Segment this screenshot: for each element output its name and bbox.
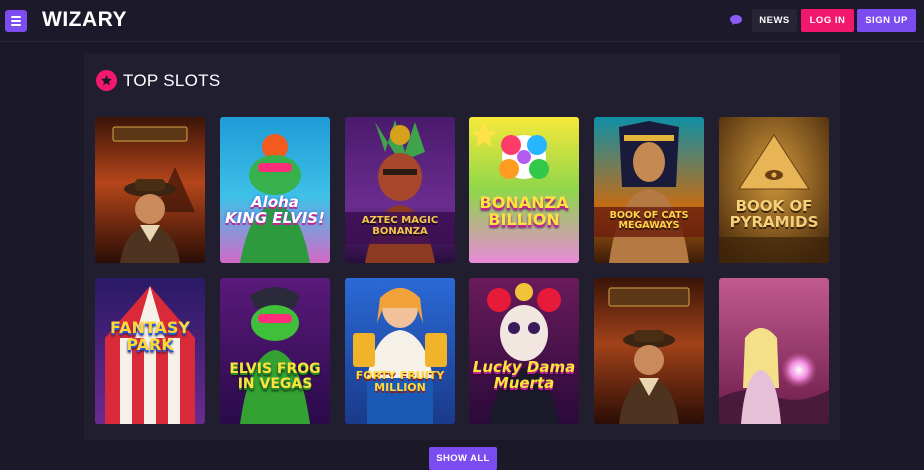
login-button[interactable]: LOG IN [801,9,854,32]
slot-tile-aztec-magic-bonanza[interactable]: AZTEC MAGIC BONANZA [345,117,455,263]
slot-artwork [469,278,579,424]
show-all-button[interactable]: SHOW ALL [429,447,497,470]
slot-art-text: Lucky Dama Muerta [472,358,576,392]
slot-tile-elvis-frog-in-vegas[interactable]: ELVIS FROG IN VEGAS [220,278,330,424]
slot-tile-book-of-pyramids[interactable]: BOOK OF PYRAMIDS [719,117,829,263]
hamburger-menu-icon[interactable] [5,10,27,32]
slot-artwork [469,117,579,263]
news-button[interactable]: NEWS [752,9,797,32]
slot-art-text: FORTY FRUITY MILLION [355,369,445,394]
slot-artwork [220,117,330,263]
slot-art-text: Aloha KING ELVIS! [225,193,325,227]
section-header: TOP SLOTS [96,70,221,91]
slot-artwork [345,278,455,424]
slot-tile-lucky-dama-muerta[interactable]: Lucky Dama Muerta [469,278,579,424]
slot-art-text: ELVIS FROG IN VEGAS [229,361,321,392]
slot-art-text: FANTASY PARK [109,318,191,354]
top-navbar: WIZARY NEWS LOG IN SIGN UP [0,0,924,42]
slot-tile-book-of-ra-deluxe[interactable] [594,278,704,424]
slot-art-text: AZTEC MAGIC BONANZA [361,215,439,237]
site-logo[interactable]: WIZARY [42,8,127,32]
slot-tile-book-of-cats-megaways[interactable]: BOOK OF CATS MEGAWAYS [594,117,704,263]
slot-tile-fantasy-park[interactable]: FANTASY PARK [95,278,205,424]
slot-tile-forty-fruity-million[interactable]: FORTY FRUITY MILLION [345,278,455,424]
slot-tile-lucky-ladys-charm[interactable] [719,278,829,424]
slot-artwork [719,117,829,263]
slot-artwork [719,278,829,424]
section-title: TOP SLOTS [123,70,221,90]
slot-tile-aloha-king-elvis[interactable]: Aloha KING ELVIS! [220,117,330,263]
signup-button[interactable]: SIGN UP [857,9,916,32]
slot-tile-bonanza-billion[interactable]: BONANZA BILLION [469,117,579,263]
slot-tile-book-of-ra[interactable] [95,117,205,263]
star-icon [96,70,117,91]
chat-bubble-icon[interactable] [729,14,743,26]
slot-artwork [594,117,704,263]
slot-artwork [345,117,455,263]
slot-artwork [594,278,704,424]
slot-art-text: BONANZA BILLION [479,193,569,229]
slot-art-text: BOOK OF CATS MEGAWAYS [609,210,689,231]
slot-artwork [220,278,330,424]
slot-artwork [95,117,205,263]
slot-art-text: BOOK OF PYRAMIDS [729,197,819,231]
